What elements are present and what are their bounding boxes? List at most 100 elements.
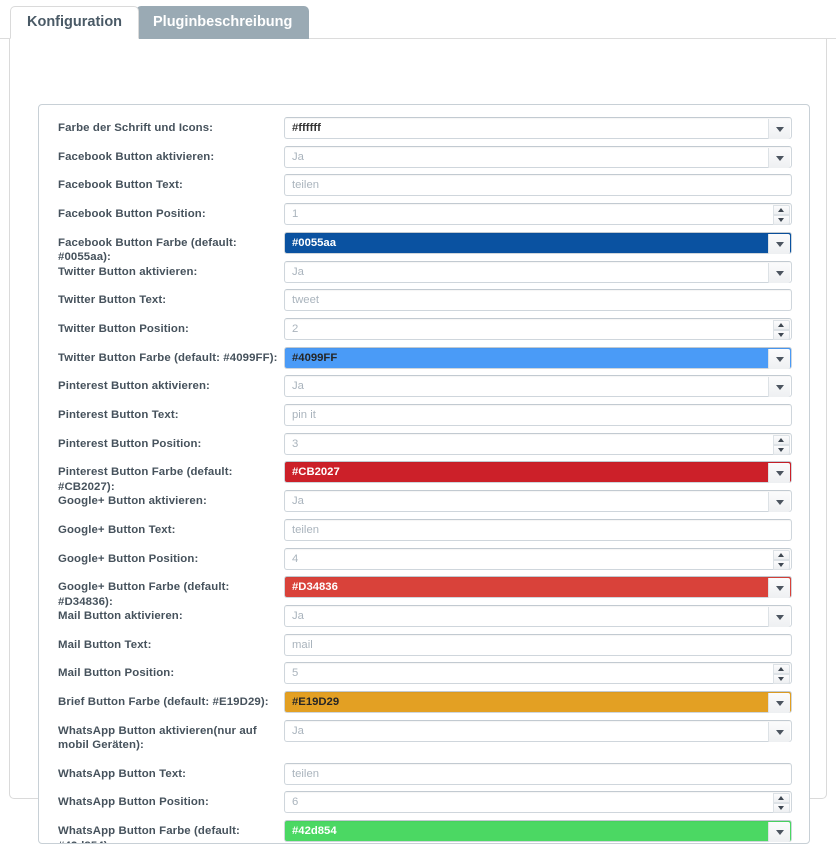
settings-row-control: #ffffff: [284, 117, 792, 139]
tab-konfiguration[interactable]: Konfiguration: [10, 6, 140, 39]
stepper-down-icon[interactable]: [773, 215, 790, 226]
settings-row-label: Mail Button Text:: [58, 638, 152, 651]
chevron-down-icon[interactable]: [768, 262, 790, 283]
settings-row-control: 2: [284, 317, 792, 340]
chevron-down-icon[interactable]: [768, 693, 790, 713]
color-select-field[interactable]: #4099FF: [284, 346, 792, 369]
stepper-up-icon[interactable]: [773, 319, 790, 330]
text-field[interactable]: pin it: [284, 404, 792, 426]
stepper-up-icon[interactable]: [773, 664, 790, 675]
number-field[interactable]: 5: [284, 662, 792, 685]
number-stepper: [773, 549, 790, 570]
number-field[interactable]: 3: [284, 432, 792, 455]
settings-row-control: Ja: [284, 145, 792, 168]
text-field[interactable]: teilen: [284, 518, 792, 541]
settings-row: Pinterest Button Text: pin it: [39, 404, 809, 433]
field-value: Ja: [292, 380, 304, 393]
number-field[interactable]: 1: [284, 203, 792, 226]
stepper-down-icon[interactable]: [773, 329, 790, 340]
stepper-down-icon[interactable]: [773, 803, 790, 814]
color-select-field[interactable]: #CB2027: [284, 461, 792, 484]
settings-row-control: #0055aa: [284, 231, 792, 254]
settings-row-label: Facebook Button Position:: [58, 208, 206, 221]
tab-pluginbeschreibung[interactable]: Pluginbeschreibung: [136, 6, 310, 39]
field-value: 5: [292, 667, 299, 680]
settings-row: Facebook Button Text: teilen: [39, 174, 809, 203]
tab-bar: Konfiguration Pluginbeschreibung: [0, 0, 836, 40]
stepper-up-icon[interactable]: [773, 434, 790, 445]
stepper-down-icon[interactable]: [773, 674, 790, 685]
number-field[interactable]: 4: [284, 547, 792, 570]
settings-row-label: Twitter Button Position:: [58, 322, 189, 335]
select-field[interactable]: Ja: [284, 145, 792, 168]
number-field[interactable]: 2: [284, 317, 792, 340]
stepper-up-icon[interactable]: [773, 549, 790, 560]
text-field[interactable]: teilen: [284, 762, 792, 785]
field-value: Ja: [292, 150, 304, 163]
chevron-down-icon[interactable]: [768, 348, 790, 369]
chevron-down-icon[interactable]: [768, 233, 790, 254]
field-value: 3: [292, 437, 299, 450]
select-field[interactable]: Ja: [284, 604, 792, 627]
chevron-down-icon[interactable]: [768, 578, 790, 599]
chevron-down-icon[interactable]: [768, 721, 790, 742]
number-stepper: [773, 664, 790, 685]
settings-row: WhatsApp Button aktivieren(nur auf mobil…: [39, 719, 809, 763]
text-field[interactable]: mail: [284, 633, 792, 656]
chevron-down-icon[interactable]: [768, 147, 790, 168]
field-value: teilen: [292, 523, 320, 536]
settings-row-control: pin it: [284, 404, 792, 426]
select-field[interactable]: Ja: [284, 490, 792, 513]
stepper-up-icon[interactable]: [773, 205, 790, 216]
color-select-field[interactable]: #D34836: [284, 576, 792, 599]
settings-row-control: teilen: [284, 762, 792, 785]
field-value: #42d854: [292, 825, 337, 838]
color-select-field[interactable]: #ffffff: [284, 117, 792, 139]
settings-row-control: 5: [284, 662, 792, 685]
settings-row: WhatsApp Button Text: teilen: [39, 762, 809, 792]
field-value: 4: [292, 552, 299, 565]
settings-row-label: WhatsApp Button Text:: [58, 767, 187, 780]
chevron-down-icon[interactable]: [768, 606, 790, 627]
settings-row: Facebook Button Position: 1: [39, 203, 809, 232]
color-select-field[interactable]: #0055aa: [284, 231, 792, 254]
settings-row-label: WhatsApp Button Position:: [58, 796, 209, 809]
settings-row-label: Mail Button aktivieren:: [58, 609, 183, 622]
settings-row-control: mail: [284, 633, 792, 656]
settings-row: Pinterest Button Farbe (default: #CB2027…: [39, 461, 809, 493]
settings-row-control: #D34836: [284, 576, 792, 599]
select-field[interactable]: Ja: [284, 375, 792, 398]
settings-row-label: Google+ Button Position:: [58, 552, 199, 565]
chevron-down-icon[interactable]: [768, 463, 790, 484]
chevron-down-icon[interactable]: [768, 492, 790, 513]
field-value: tweet: [292, 294, 320, 307]
color-select-field[interactable]: #42d854: [284, 820, 792, 843]
chevron-down-icon[interactable]: [768, 822, 790, 843]
select-field[interactable]: Ja: [284, 260, 792, 283]
settings-row-label: Google+ Button Text:: [58, 523, 176, 536]
chevron-down-icon[interactable]: [768, 119, 790, 139]
chevron-down-icon[interactable]: [768, 377, 790, 398]
text-field[interactable]: teilen: [284, 174, 792, 197]
field-value: 6: [292, 796, 299, 809]
field-value: Ja: [292, 495, 304, 508]
number-field[interactable]: 6: [284, 791, 792, 814]
text-field[interactable]: tweet: [284, 289, 792, 312]
select-field[interactable]: Ja: [284, 719, 792, 742]
settings-row: Twitter Button Position: 2: [39, 317, 809, 347]
settings-row-label: Pinterest Button Text:: [58, 409, 179, 421]
field-value: teilen: [292, 767, 320, 780]
settings-row: Google+ Button Text: teilen: [39, 518, 809, 548]
field-value: #ffffff: [292, 122, 321, 134]
stepper-down-icon[interactable]: [773, 444, 790, 455]
field-value: #CB2027: [292, 466, 340, 479]
settings-row-control: 4: [284, 547, 792, 570]
settings-row: Facebook Button aktivieren: Ja: [39, 145, 809, 175]
stepper-up-icon[interactable]: [773, 793, 790, 804]
color-select-field[interactable]: #E19D29: [284, 691, 792, 713]
settings-row-label: Google+ Button aktivieren:: [58, 495, 207, 508]
stepper-down-icon[interactable]: [773, 559, 790, 570]
settings-row-control: tweet: [284, 289, 792, 312]
settings-row-control: 1: [284, 203, 792, 226]
settings-row-control: #E19D29: [284, 691, 792, 713]
